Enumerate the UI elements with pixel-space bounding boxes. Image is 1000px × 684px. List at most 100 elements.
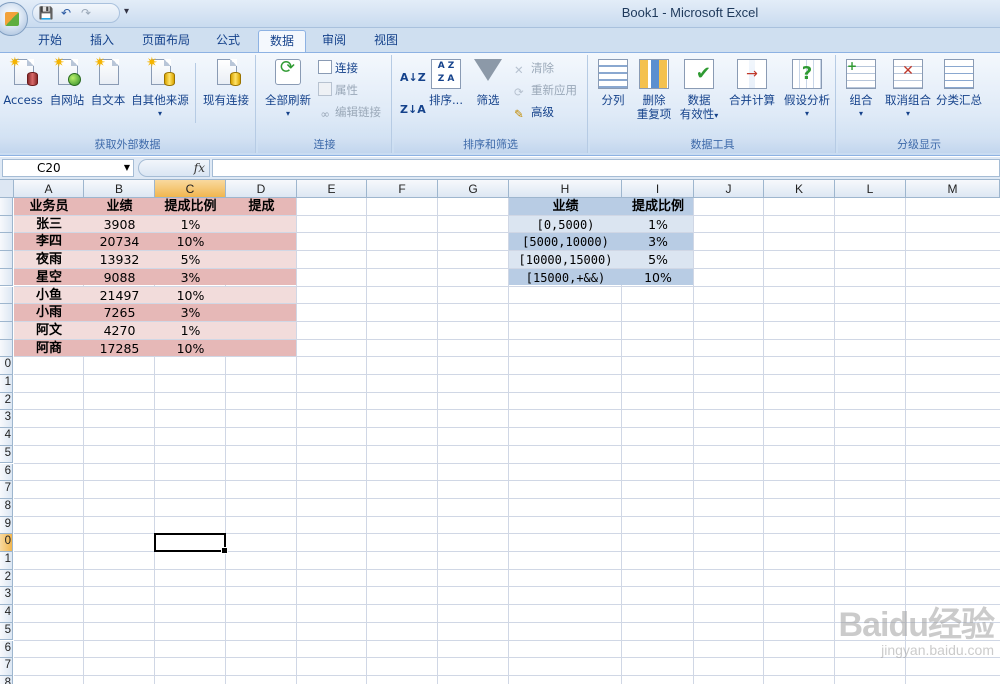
row-header-1[interactable]: [0, 198, 13, 216]
row-header-9[interactable]: [0, 339, 13, 358]
row-header-6[interactable]: [0, 286, 13, 305]
sales-table-cell[interactable]: 9088: [84, 269, 155, 287]
from-other-sources-button[interactable]: ✷ 自其他来源 ▾: [128, 56, 192, 121]
sales-header-cell[interactable]: 业绩: [84, 198, 155, 216]
column-header-f[interactable]: F: [367, 180, 438, 198]
rate-table-cell[interactable]: 10%: [622, 269, 694, 287]
sales-table-cell[interactable]: 1%: [155, 216, 226, 234]
row-header-4[interactable]: [0, 251, 13, 269]
sales-table-cell[interactable]: 10%: [155, 233, 226, 251]
sort-descending-button[interactable]: Z↓A: [400, 101, 426, 119]
row-header-27[interactable]: 7: [0, 658, 13, 676]
column-header-b[interactable]: B: [84, 180, 155, 198]
sales-table-cell[interactable]: 10%: [155, 287, 226, 305]
sales-table-cell[interactable]: [226, 233, 297, 251]
rate-header-cell[interactable]: 提成比例: [622, 198, 694, 216]
row-header-19[interactable]: 9: [0, 516, 13, 535]
sales-table-cell[interactable]: 13932: [84, 251, 155, 269]
from-text-button[interactable]: ✷ 自文本: [88, 56, 128, 107]
active-cell[interactable]: [154, 533, 228, 554]
row-header-21[interactable]: 1: [0, 552, 13, 570]
row-header-10[interactable]: 0: [0, 357, 13, 375]
sales-table-cell[interactable]: 7265: [84, 304, 155, 322]
tab-page-layout[interactable]: 页面布局: [136, 30, 196, 52]
sort-ascending-button[interactable]: A↓Z: [400, 69, 426, 87]
sales-table-cell[interactable]: [226, 322, 297, 340]
tab-home[interactable]: 开始: [30, 30, 70, 52]
sales-header-cell[interactable]: 业务员: [14, 198, 84, 216]
row-header-13[interactable]: 3: [0, 410, 13, 429]
rate-table-cell[interactable]: 3%: [622, 233, 694, 251]
column-header-j[interactable]: J: [694, 180, 764, 198]
row-header-16[interactable]: 6: [0, 463, 13, 482]
sales-table-cell[interactable]: [226, 340, 297, 358]
column-header-i[interactable]: I: [622, 180, 694, 198]
sales-table-cell[interactable]: 17285: [84, 340, 155, 358]
sales-table-cell[interactable]: 1%: [155, 322, 226, 340]
existing-connections-button[interactable]: 现有连接: [198, 59, 254, 107]
from-web-button[interactable]: ✷ 自网站: [46, 56, 88, 107]
rate-table-cell[interactable]: [0,5000): [509, 216, 622, 234]
row-header-20[interactable]: 0: [0, 534, 13, 552]
rate-table-cell[interactable]: [10000,15000): [509, 251, 622, 269]
sales-table-cell[interactable]: [226, 269, 297, 287]
sales-table-cell[interactable]: 3908: [84, 216, 155, 234]
sales-table-cell[interactable]: 夜雨: [14, 251, 84, 269]
row-header-2[interactable]: [0, 215, 13, 234]
sales-table-cell[interactable]: 5%: [155, 251, 226, 269]
sales-table-cell[interactable]: [226, 216, 297, 234]
connections-button[interactable]: 连接: [318, 59, 358, 77]
column-header-a[interactable]: A: [14, 180, 84, 198]
filter-button[interactable]: 筛选: [468, 59, 508, 107]
name-box[interactable]: C20 ▼: [2, 159, 134, 177]
row-header-25[interactable]: 5: [0, 622, 13, 641]
advanced-filter-button[interactable]: ✎ 高级: [514, 103, 554, 121]
row-header-14[interactable]: 4: [0, 428, 13, 446]
what-if-analysis-button[interactable]: ? 假设分析 ▾: [780, 59, 834, 121]
row-header-7[interactable]: [0, 304, 13, 322]
row-header-3[interactable]: [0, 233, 13, 252]
column-header-h[interactable]: H: [509, 180, 622, 198]
row-header-15[interactable]: 5: [0, 445, 13, 464]
properties-button[interactable]: 属性: [318, 81, 358, 99]
tab-insert[interactable]: 插入: [82, 30, 122, 52]
select-all-corner[interactable]: [0, 180, 14, 198]
tab-review[interactable]: 审阅: [314, 30, 354, 52]
subtotal-button[interactable]: 分类汇总: [934, 59, 984, 107]
edit-links-button[interactable]: ∞ 编辑链接: [318, 103, 381, 121]
row-header-5[interactable]: [0, 268, 13, 287]
sales-header-cell[interactable]: 提成比例: [155, 198, 226, 216]
consolidate-button[interactable]: → 合并计算: [724, 59, 780, 107]
row-header-26[interactable]: 6: [0, 640, 13, 659]
sales-table-cell[interactable]: 21497: [84, 287, 155, 305]
clear-filter-button[interactable]: ✕ 清除: [514, 59, 554, 77]
refresh-all-button[interactable]: 全部刷新 ▾: [262, 59, 314, 121]
from-access-button[interactable]: ✷ Access: [2, 56, 44, 107]
tab-formulas[interactable]: 公式: [208, 30, 248, 52]
sales-table-cell[interactable]: 10%: [155, 340, 226, 358]
sales-table-cell[interactable]: [226, 287, 297, 305]
data-validation-button[interactable]: ✔ 数据 有效性▾: [676, 59, 722, 123]
sales-table-cell[interactable]: 李四: [14, 233, 84, 251]
sales-table-cell[interactable]: 3%: [155, 269, 226, 287]
sales-table-cell[interactable]: 20734: [84, 233, 155, 251]
column-header-d[interactable]: D: [226, 180, 297, 198]
row-header-23[interactable]: 3: [0, 587, 13, 606]
sales-table-cell[interactable]: 阿文: [14, 322, 84, 340]
sales-header-cell[interactable]: 提成: [226, 198, 297, 216]
rate-table-cell[interactable]: [5000,10000): [509, 233, 622, 251]
sales-table-cell[interactable]: 4270: [84, 322, 155, 340]
sales-table-cell[interactable]: [226, 251, 297, 269]
insert-function-icon[interactable]: fx: [194, 161, 205, 175]
sales-table-cell[interactable]: 3%: [155, 304, 226, 322]
column-header-l[interactable]: L: [835, 180, 906, 198]
row-header-24[interactable]: 4: [0, 605, 13, 623]
group-button[interactable]: + 组合 ▾: [844, 59, 878, 121]
row-header-12[interactable]: 2: [0, 392, 13, 411]
sales-table-cell[interactable]: 星空: [14, 269, 84, 287]
formula-input[interactable]: [212, 159, 1000, 177]
worksheet-grid[interactable]: ABCDEFGHIJKLM 0123456789012345678 业务员 业绩提…: [0, 180, 1000, 684]
row-header-8[interactable]: [0, 321, 13, 340]
rate-table-cell[interactable]: 1%: [622, 216, 694, 234]
sales-table-cell[interactable]: 阿商: [14, 340, 84, 358]
